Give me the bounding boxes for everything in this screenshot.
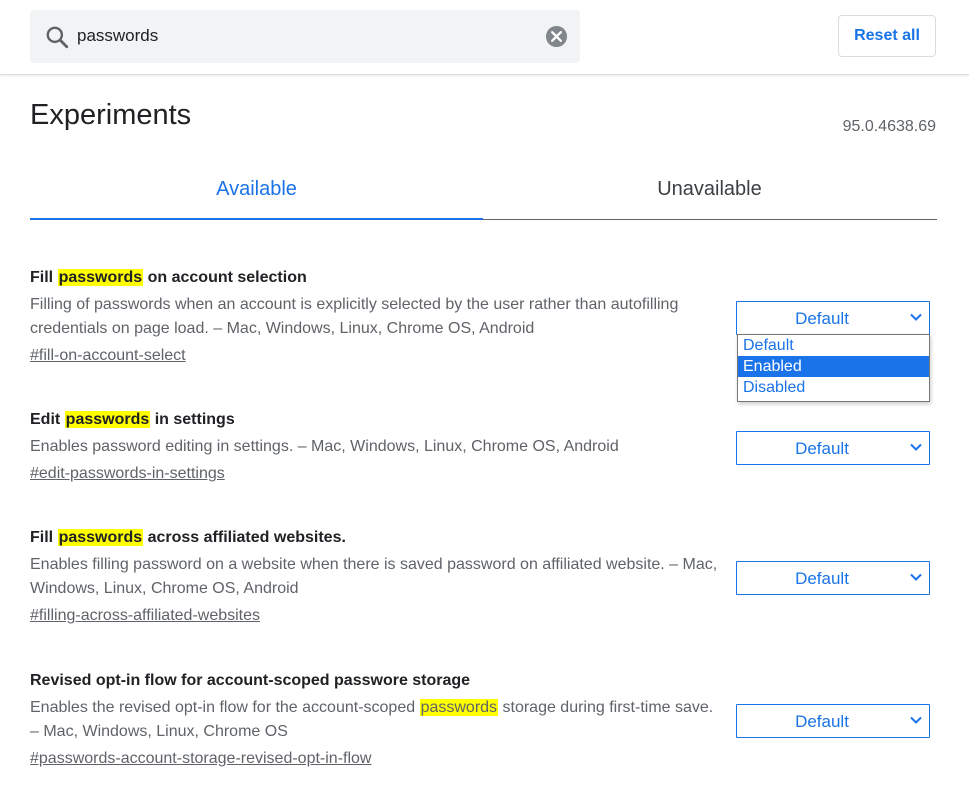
search-input[interactable]	[77, 22, 517, 50]
chevron-down-icon	[910, 313, 922, 321]
select-value: Default	[795, 569, 849, 588]
experiment-filling-across-affiliated-websites: Fill passwords across affiliated website…	[30, 527, 937, 624]
experiment-select[interactable]: Default	[736, 704, 930, 738]
search-highlight: passwords	[57, 269, 144, 286]
search-icon	[46, 26, 69, 49]
chevron-down-icon	[910, 716, 922, 724]
version-label: 95.0.4638.69	[842, 118, 936, 135]
experiment-link[interactable]: #filling-across-affiliated-websites	[30, 607, 260, 625]
experiment-title: Fill passwords across affiliated website…	[30, 529, 346, 546]
tab-unavailable[interactable]: Unavailable	[483, 160, 936, 220]
tab-available[interactable]: Available	[30, 160, 483, 220]
experiment-title: Fill passwords on account selection	[30, 269, 307, 286]
experiment-link[interactable]: #passwords-account-storage-revised-opt-i…	[30, 750, 371, 768]
tab-divider	[483, 219, 937, 220]
dropdown-option-enabled[interactable]: Enabled	[738, 356, 929, 377]
tab-bar: Available Unavailable	[30, 160, 937, 222]
experiment-link[interactable]: #fill-on-account-select	[30, 347, 186, 365]
select-value: Default	[795, 439, 849, 458]
chevron-down-icon	[910, 443, 922, 451]
experiment-title: Revised opt-in flow for account-scoped p…	[30, 672, 471, 689]
reset-all-button[interactable]: Reset all	[838, 15, 936, 57]
search-highlight: passwords	[57, 529, 144, 546]
page-title: Experiments	[30, 99, 192, 131]
experiment-fill-on-account-select: Fill passwords on account selection Fill…	[30, 267, 937, 364]
experiment-link[interactable]: #edit-passwords-in-settings	[30, 465, 225, 483]
experiment-description: Enables filling password on a website wh…	[30, 556, 718, 597]
chevron-down-icon	[910, 573, 922, 581]
experiment-select[interactable]: Default	[736, 301, 930, 335]
dropdown-option-default[interactable]: Default	[738, 335, 929, 356]
header-bar: Reset all	[0, 0, 969, 75]
experiment-edit-passwords-in-settings: Edit passwords in settings Enables passw…	[30, 409, 937, 482]
clear-icon[interactable]	[545, 25, 568, 48]
select-value: Default	[795, 712, 849, 731]
search-highlight: passwords	[64, 411, 151, 428]
search-box[interactable]	[30, 10, 580, 63]
experiment-passwords-account-storage-revised-opt-in-flow: Revised opt-in flow for account-scoped p…	[30, 670, 937, 767]
experiment-description: Filling of passwords when an account is …	[30, 296, 679, 337]
select-dropdown-list: Default Enabled Disabled	[737, 334, 930, 402]
experiment-select[interactable]: Default	[736, 431, 930, 465]
dropdown-option-disabled[interactable]: Disabled	[738, 377, 929, 398]
active-tab-indicator	[30, 218, 483, 220]
select-value: Default	[795, 309, 849, 328]
experiment-description: Enables password editing in settings. – …	[30, 438, 619, 455]
experiment-description: Enables the revised opt-in flow for the …	[30, 699, 714, 740]
search-highlight: passwords	[419, 699, 499, 716]
experiment-title: Edit passwords in settings	[30, 411, 235, 428]
experiment-select[interactable]: Default	[736, 561, 930, 595]
